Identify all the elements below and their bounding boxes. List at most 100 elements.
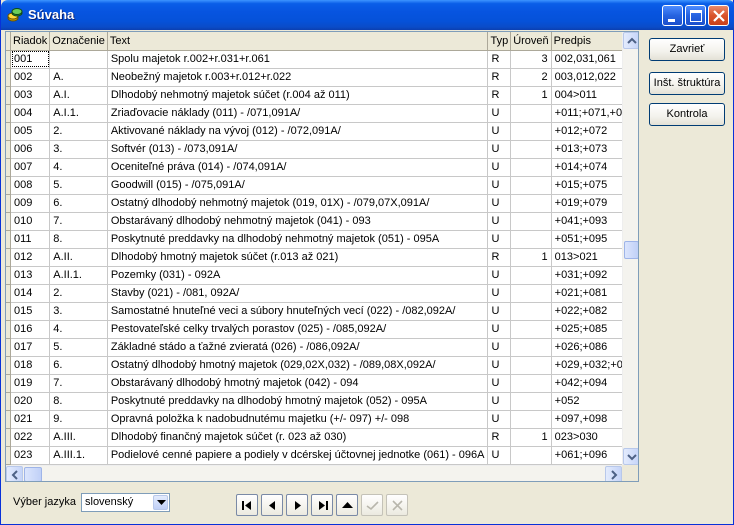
table-row[interactable]: 021 9. Opravná položka k nadobudnutému maj… <box>6 410 638 429</box>
column-header-oznacenie[interactable]: Označenie <box>49 32 108 51</box>
cell-uroven[interactable] <box>510 302 552 321</box>
table-row[interactable]: 005 2. Aktivované náklady na vývoj (012) -… <box>6 122 638 141</box>
cell-oznacenie[interactable]: 5. <box>49 338 108 357</box>
cell-typ[interactable]: U <box>487 410 512 429</box>
cell-oznacenie[interactable]: 2. <box>49 284 108 303</box>
row-indicator[interactable] <box>6 428 11 447</box>
table-row[interactable]: 013 A.II.1. Pozemky (031) - 092A U +031;+092 <box>6 266 638 285</box>
cell-riadok[interactable]: 008 <box>10 176 51 195</box>
cell-typ[interactable]: U <box>487 230 512 249</box>
cell-oznacenie[interactable]: 8. <box>49 230 108 249</box>
cell-oznacenie[interactable] <box>49 50 108 69</box>
cell-uroven[interactable]: 3 <box>510 50 552 69</box>
table-row[interactable]: 011 8. Poskytnuté preddavky na dlhodobý ne… <box>6 230 638 249</box>
row-indicator[interactable] <box>6 374 11 393</box>
cell-text[interactable]: Zriaďovacie náklady (011) - /071,091A/ <box>107 104 489 123</box>
maximize-button[interactable] <box>685 5 706 26</box>
row-indicator[interactable] <box>6 338 11 357</box>
language-dropdown-button[interactable] <box>153 495 168 510</box>
cell-uroven[interactable] <box>510 158 552 177</box>
cell-riadok[interactable]: 019 <box>10 374 51 393</box>
cell-text[interactable]: Poskytnuté preddavky na dlhodobý nehmotn… <box>107 230 489 249</box>
cell-typ[interactable]: U <box>487 320 512 339</box>
cell-uroven[interactable] <box>510 194 552 213</box>
cell-typ[interactable]: U <box>487 104 512 123</box>
post-record-button[interactable] <box>361 494 383 516</box>
last-record-button[interactable] <box>311 494 333 516</box>
cancel-record-button[interactable] <box>386 494 408 516</box>
cell-text[interactable]: Dlhodobý finančný majetok súčet (r. 023 … <box>107 428 489 447</box>
cell-riadok[interactable]: 020 <box>10 392 51 411</box>
cell-text[interactable]: Obstarávaný dlhodobý nehmotný majetok (0… <box>107 212 489 231</box>
cell-riadok[interactable]: 011 <box>10 230 51 249</box>
check-button[interactable]: Kontrola <box>649 103 725 126</box>
cell-typ[interactable]: R <box>487 248 512 267</box>
cell-oznacenie[interactable]: 4. <box>49 158 108 177</box>
row-indicator[interactable] <box>6 68 11 87</box>
title-bar[interactable]: Súvaha <box>1 0 734 30</box>
cell-riadok[interactable]: 013 <box>10 266 51 285</box>
cell-text[interactable]: Aktivované náklady na vývoj (012) - /072… <box>107 122 489 141</box>
table-row[interactable]: 022 A.III. Dlhodobý finančný majetok súčet… <box>6 428 638 447</box>
table-row[interactable]: 010 7. Obstarávaný dlhodobý nehmotný majet… <box>6 212 638 231</box>
cell-riadok[interactable]: 010 <box>10 212 51 231</box>
cell-text[interactable]: Goodwill (015) - /075,091A/ <box>107 176 489 195</box>
cell-uroven[interactable]: 2 <box>510 68 552 87</box>
table-row[interactable]: 003 A.I. Dlhodobý nehmotný majetok súčet (… <box>6 86 638 105</box>
cell-text[interactable]: Oceniteľné práva (014) - /074,091A/ <box>107 158 489 177</box>
cell-uroven[interactable] <box>510 266 552 285</box>
cell-oznacenie[interactable]: 9. <box>49 410 108 429</box>
cell-uroven[interactable] <box>510 284 552 303</box>
cell-text[interactable]: Podielové cenné papiere a podiely v dcér… <box>107 446 489 465</box>
table-row[interactable]: 009 6. Ostatný dlhodobý nehmotný majetok (… <box>6 194 638 213</box>
table-row[interactable]: 014 2. Stavby (021) - /081, 092A/U +021;+08… <box>6 284 638 303</box>
cell-uroven[interactable] <box>510 392 552 411</box>
cell-riadok[interactable]: 005 <box>10 122 51 141</box>
table-row[interactable]: 002 A. Neobežný majetok r.003+r.012+r.022 R… <box>6 68 638 87</box>
scroll-left-button[interactable] <box>6 466 23 481</box>
row-indicator[interactable] <box>6 50 11 69</box>
horizontal-scrollbar[interactable] <box>6 465 622 481</box>
table-row[interactable]: 017 5. Základné stádo a ťažné zvieratá (02… <box>6 338 638 357</box>
scroll-up-button[interactable] <box>623 32 638 49</box>
row-indicator[interactable] <box>6 194 11 213</box>
row-indicator[interactable] <box>6 212 11 231</box>
cell-uroven[interactable] <box>510 446 552 465</box>
cell-riadok[interactable]: 001 <box>10 50 51 69</box>
cell-uroven[interactable] <box>510 104 552 123</box>
cell-text[interactable]: Stavby (021) - /081, 092A/ <box>107 284 489 303</box>
row-indicator[interactable] <box>6 320 11 339</box>
cell-uroven[interactable] <box>510 212 552 231</box>
cell-text[interactable]: Opravná položka k nadobudnutému majetku … <box>107 410 489 429</box>
table-row[interactable]: 001 Spolu majetok r.002+r.031+r.061 R 3 002,… <box>6 50 638 69</box>
cell-typ[interactable]: U <box>487 158 512 177</box>
cell-riadok[interactable]: 021 <box>10 410 51 429</box>
cell-text[interactable]: Spolu majetok r.002+r.031+r.061 <box>107 50 489 69</box>
cell-uroven[interactable] <box>510 122 552 141</box>
row-indicator[interactable] <box>6 284 11 303</box>
cell-oznacenie[interactable]: 8. <box>49 392 108 411</box>
cell-text[interactable]: Obstarávaný dlhodobý hmotný majetok (042… <box>107 374 489 393</box>
row-indicator[interactable] <box>6 122 11 141</box>
cell-uroven[interactable] <box>510 140 552 159</box>
table-row[interactable]: 008 5. Goodwill (015) - /075,091A/U +015;+0… <box>6 176 638 195</box>
cell-typ[interactable]: U <box>487 266 512 285</box>
vertical-scrollbar[interactable] <box>622 32 638 465</box>
cell-riadok[interactable]: 022 <box>10 428 51 447</box>
cell-text[interactable]: Neobežný majetok r.003+r.012+r.022 <box>107 68 489 87</box>
cell-oznacenie[interactable]: 7. <box>49 374 108 393</box>
cell-uroven[interactable]: 1 <box>510 86 552 105</box>
cell-oznacenie[interactable]: 7. <box>49 212 108 231</box>
cell-text[interactable]: Samostatné hnuteľné veci a súbory hnuteľ… <box>107 302 489 321</box>
row-indicator[interactable] <box>6 86 11 105</box>
cell-text[interactable]: Softvér (013) - /073,091A/ <box>107 140 489 159</box>
row-indicator[interactable] <box>6 446 11 465</box>
cell-uroven[interactable]: 1 <box>510 428 552 447</box>
cell-typ[interactable]: U <box>487 446 512 465</box>
cell-text[interactable]: Základné stádo a ťažné zvieratá (026) - … <box>107 338 489 357</box>
cell-uroven[interactable] <box>510 356 552 375</box>
row-indicator[interactable] <box>6 356 11 375</box>
cell-riadok[interactable]: 003 <box>10 86 51 105</box>
row-indicator[interactable] <box>6 176 11 195</box>
table-row[interactable]: 015 3. Samostatné hnuteľné veci a súbory h… <box>6 302 638 321</box>
